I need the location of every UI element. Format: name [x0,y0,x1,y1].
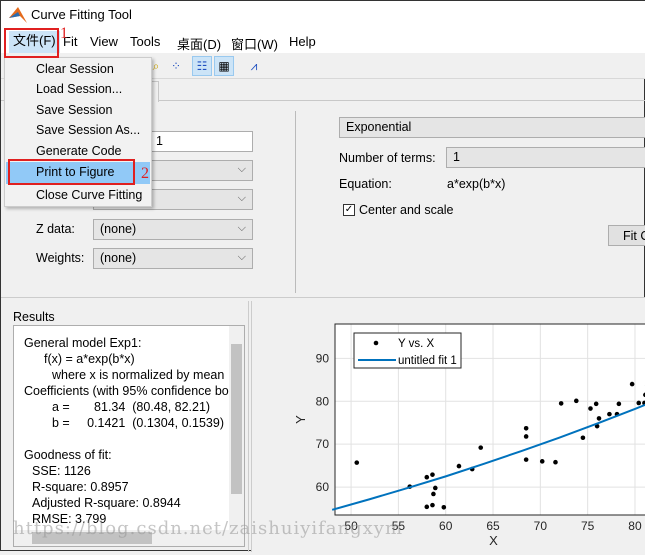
legend-label: Y vs. X [398,338,435,350]
y-tick-label: 70 [316,437,330,451]
menu-bar: 文件(F) Fit View Tools 桌面(D) 窗口(W) Help [1,29,645,53]
chevron-down-icon: ⌵ [238,251,246,264]
x-axis-label: X [489,533,498,548]
result-line: f(x) = a*exp(b*x) [44,352,135,366]
window-title: Curve Fitting Tool [31,7,132,22]
fit-plot[interactable]: 5055606570758060708090XYY vs. Xuntitled … [252,301,645,552]
data-point [630,382,635,387]
results-text: General model Exp1: f(x) = a*exp(b*x) wh… [13,325,245,547]
data-point [559,401,564,406]
watermark: https://blog.csdn.net/zaishuiyifangxym [13,518,403,539]
axes-limits-icon[interactable]: ⩘ [244,56,264,76]
data-point [424,505,429,510]
z-data-dropdown[interactable]: (none) ⌵ [93,219,253,240]
y-tick-label: 90 [316,351,330,365]
result-line: R-square: 0.8957 [32,480,129,494]
legend-label: untitled fit 1 [398,355,457,367]
data-point [588,406,593,411]
fit-type-dropdown[interactable]: Exponential [339,117,645,138]
chevron-down-icon: ⌵ [238,163,246,176]
menu-item-clear-session[interactable]: Clear Session [6,59,150,80]
menu-view[interactable]: View [90,34,118,49]
scrollbar-thumb[interactable] [231,344,242,494]
data-point [430,503,435,508]
z-data-label: Z data: [36,222,75,236]
z-data-value: (none) [100,222,136,236]
y-tick-label: 60 [316,480,330,494]
data-point [442,505,447,510]
exclude-outliers-icon[interactable]: ⁘ [166,56,186,76]
data-point [540,459,545,464]
equation-label: Equation: [339,177,392,191]
menu-item-save-session[interactable]: Save Session [6,100,150,121]
annotation-step-1: 1 [60,25,68,43]
center-scale-label: Center and scale [359,203,454,217]
weights-dropdown[interactable]: (none) ⌵ [93,248,253,269]
results-panel: Results General model Exp1: f(x) = a*exp… [3,301,249,552]
data-point [430,472,435,477]
result-line: where x is normalized by mean [52,368,224,382]
menu-item-save-session-as[interactable]: Save Session As... [6,120,150,141]
data-point [553,460,558,465]
menu-item-close-curve-fitting[interactable]: Close Curve Fitting [6,185,150,206]
data-point [524,426,529,431]
menu-help[interactable]: Help [289,34,316,49]
fit-name-field[interactable]: 1 [149,131,253,152]
data-point [574,399,579,404]
legend-toggle-icon[interactable]: ☷ [192,56,212,76]
data-point [617,402,622,407]
x-tick-label: 60 [439,519,453,533]
equation-value: a*exp(b*x) [447,177,505,191]
data-point [524,457,529,462]
data-point [457,464,462,469]
data-point [581,435,586,440]
data-point [478,445,483,450]
result-line: Goodness of fit: [24,448,112,462]
fit-options-button[interactable]: Fit C [608,225,645,246]
results-title: Results [13,310,55,324]
data-point [424,475,429,480]
data-point [594,402,599,407]
result-line: Coefficients (with 95% confidence bo [24,384,229,398]
menu-window[interactable]: 窗口(W) [231,34,278,53]
plot-panel: 5055606570758060708090XYY vs. Xuntitled … [251,301,645,552]
weights-label: Weights: [36,251,84,265]
x-tick-label: 70 [534,519,548,533]
data-point [636,401,641,406]
x-tick-label: 80 [628,519,642,533]
y-axis-label: Y [293,415,308,424]
data-point [354,460,359,465]
terms-label: Number of terms: [339,151,436,165]
annotation-box-file-menu [4,28,59,58]
menu-item-load-session[interactable]: Load Session... [6,79,150,100]
y-tick-label: 80 [316,394,330,408]
data-point [431,492,436,497]
result-line: a = 81.34 (80.48, 82.21) [52,400,210,414]
matlab-logo-icon [9,7,27,23]
x-tick-label: 75 [581,519,595,533]
result-line: SSE: 1126 [32,464,91,478]
chevron-down-icon: ⌵ [238,192,246,205]
panel-divider [295,111,296,293]
chevron-down-icon: ⌵ [238,222,246,235]
menu-tools[interactable]: Tools [130,34,160,49]
legend-marker-points [374,341,379,346]
title-bar: Curve Fitting Tool [1,1,645,29]
data-point [433,486,438,491]
grid-toggle-icon[interactable]: ▦ [214,56,234,76]
annotation-box-print-to-figure [8,159,135,185]
data-point [597,416,602,421]
result-line: Adjusted R-square: 0.8944 [32,496,181,510]
annotation-step-2: 2 [141,165,149,183]
result-line: b = 0.1421 (0.1304, 0.1539) [52,416,224,430]
vertical-scrollbar[interactable] [229,326,244,531]
data-point [607,412,612,417]
result-line: General model Exp1: [24,336,141,350]
terms-dropdown[interactable]: 1 [446,147,645,168]
data-point [524,434,529,439]
center-scale-checkbox[interactable]: ✓ [343,204,355,216]
menu-desktop[interactable]: 桌面(D) [177,34,221,53]
weights-value: (none) [100,251,136,265]
x-tick-label: 65 [486,519,500,533]
